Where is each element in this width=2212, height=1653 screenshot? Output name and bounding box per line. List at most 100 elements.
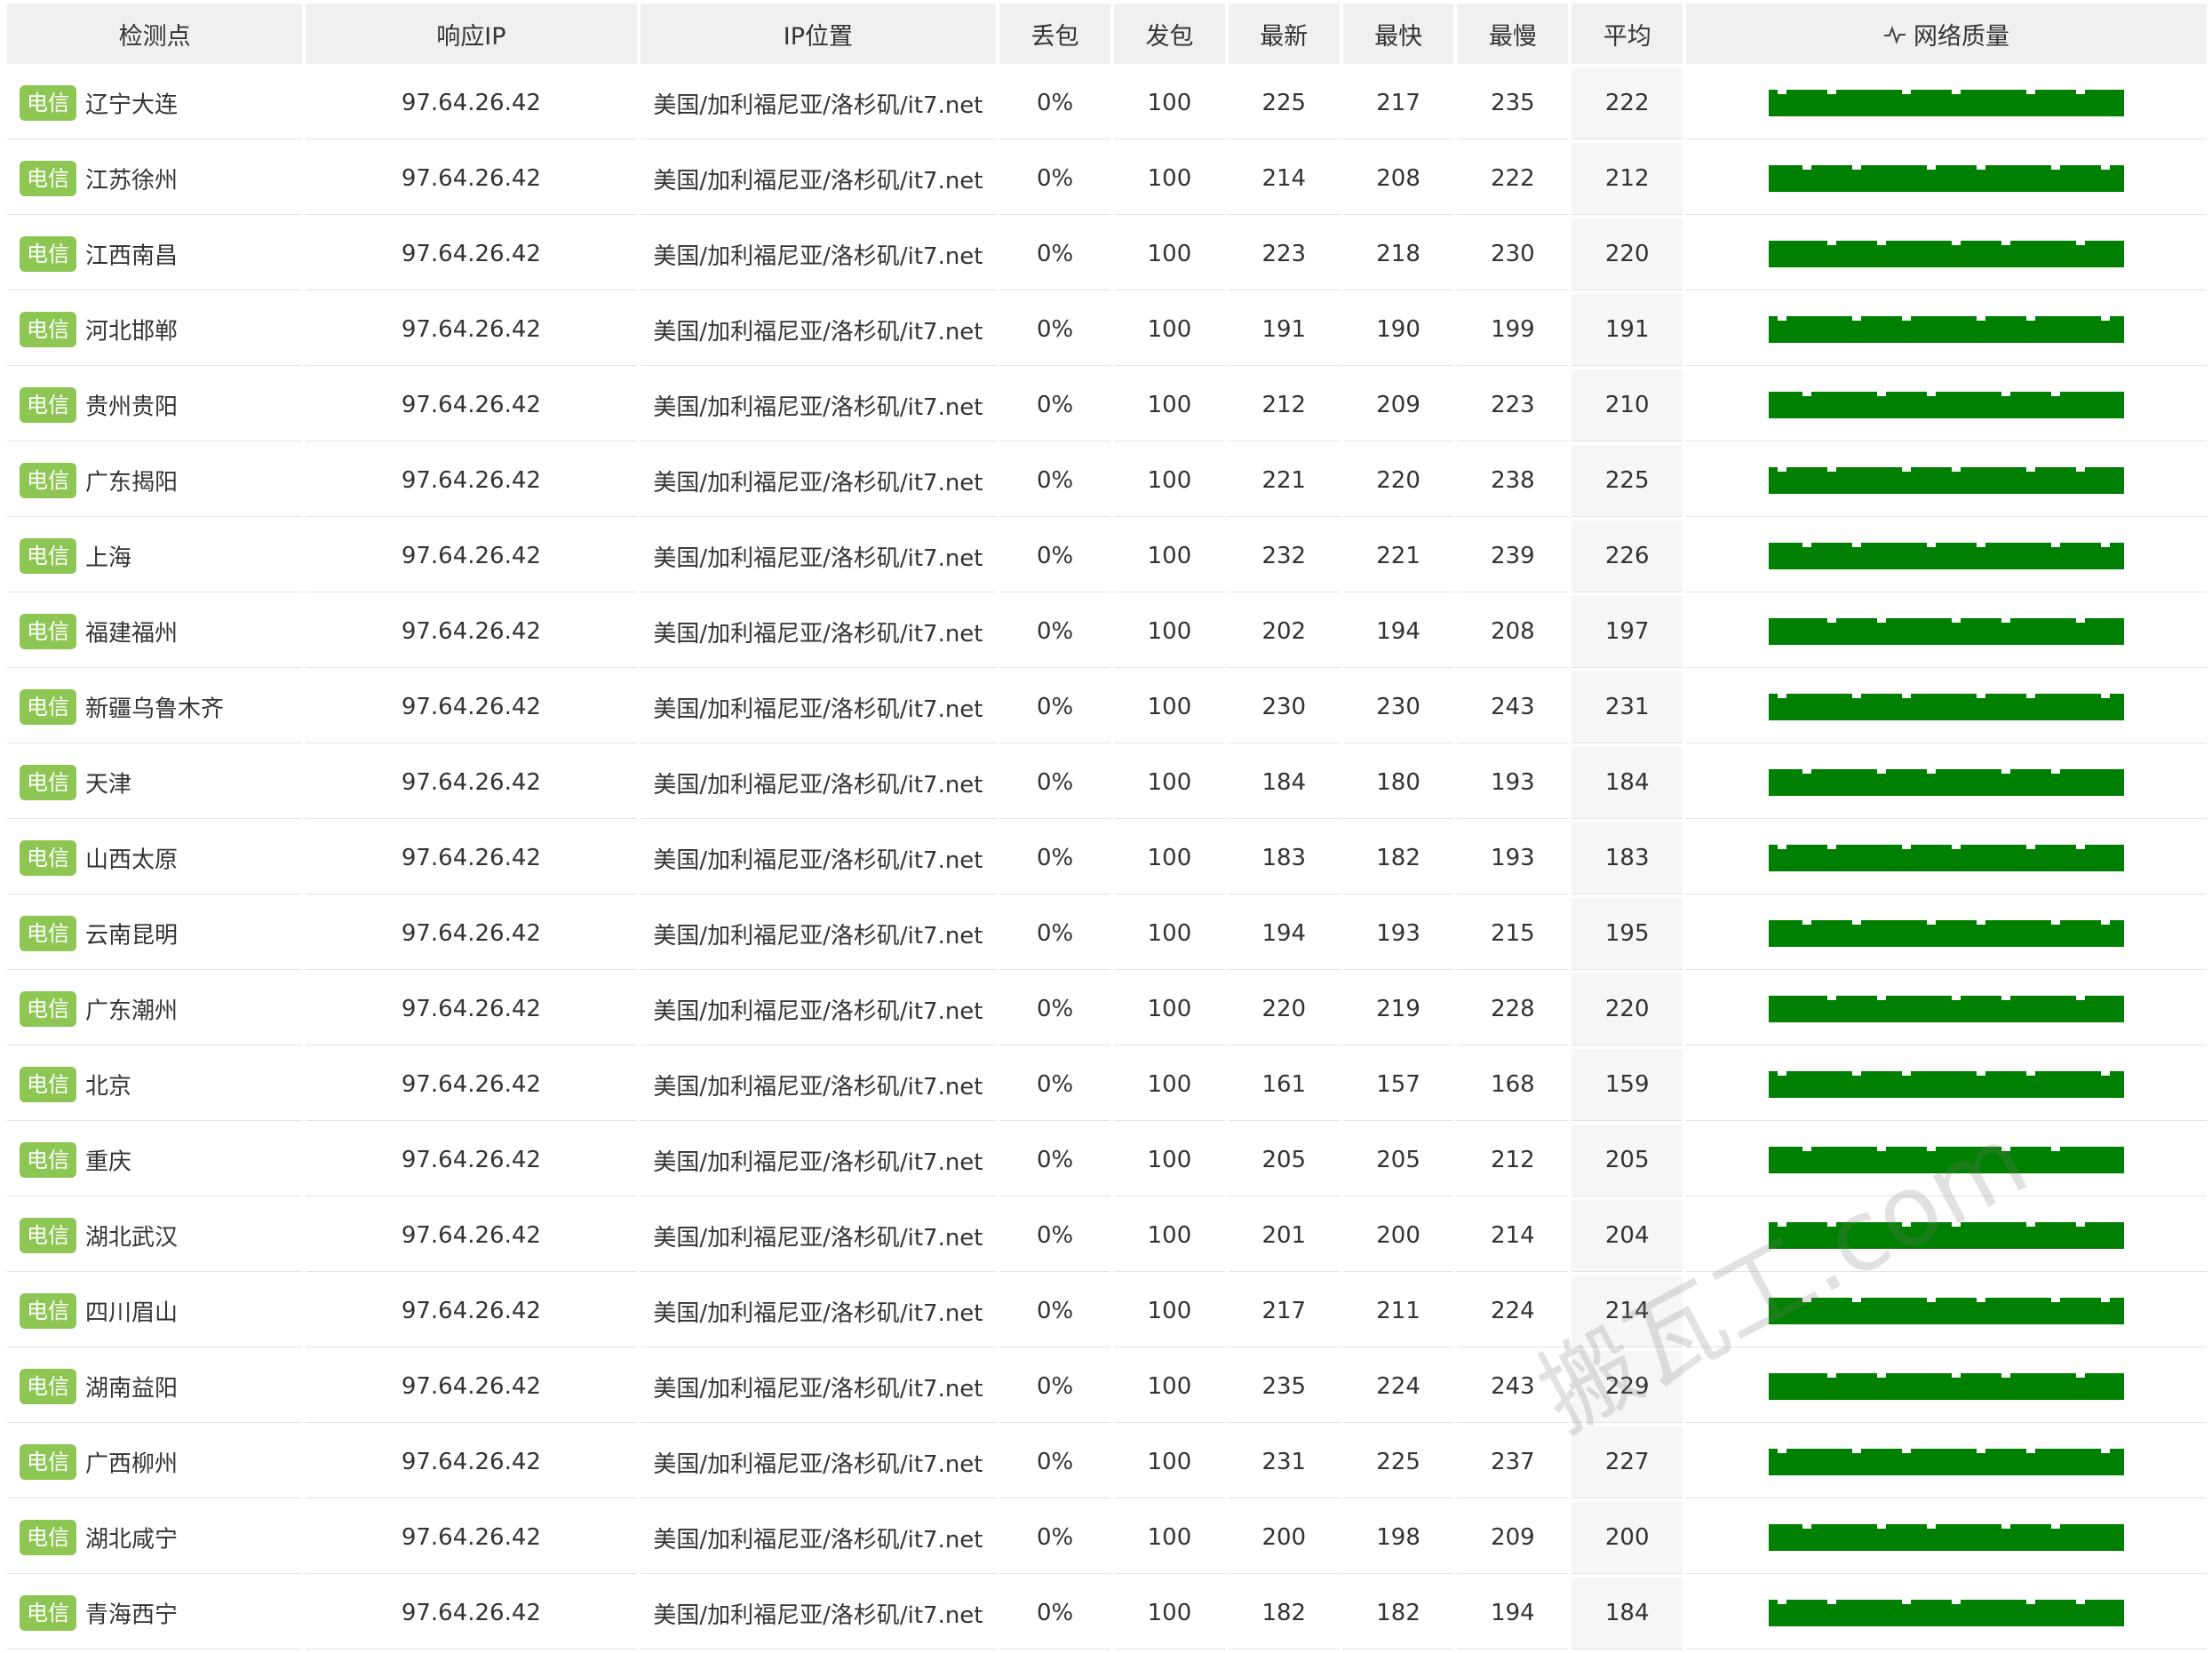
col-header-quality[interactable]: 网络质量: [1686, 4, 2207, 64]
col-header-fastest[interactable]: 最快: [1342, 4, 1454, 64]
quality-cell: [1686, 974, 2207, 1045]
ip-cell: 97.64.26.42: [306, 445, 637, 517]
table-row[interactable]: 电信 湖北咸宁 97.64.26.42 美国/加利福尼亚/洛杉矶/it7.net 0% 1…: [7, 1502, 2207, 1574]
col-header-latest[interactable]: 最新: [1228, 4, 1340, 64]
quality-jitter-mark: [2001, 769, 2011, 775]
loss-cell: 0%: [999, 143, 1111, 215]
isp-badge: 电信: [20, 1520, 76, 1555]
quality-jitter-mark: [1802, 769, 1812, 775]
table-row[interactable]: 电信 上海 97.64.26.42 美国/加利福尼亚/洛杉矶/it7.net 0% 100…: [7, 521, 2207, 592]
table-row[interactable]: 电信 北京 97.64.26.42 美国/加利福尼亚/洛杉矶/it7.net 0% 100…: [7, 1049, 2207, 1121]
ip-cell: 97.64.26.42: [306, 143, 637, 215]
table-row[interactable]: 电信 山西太原 97.64.26.42 美国/加利福尼亚/洛杉矶/it7.net 0% 1…: [7, 823, 2207, 894]
quality-jitter-mark: [1778, 1449, 1787, 1454]
table-row[interactable]: 电信 广东揭阳 97.64.26.42 美国/加利福尼亚/洛杉矶/it7.net 0% 1…: [7, 445, 2207, 517]
fastest-cell: 209: [1342, 370, 1454, 441]
quality-bar: [1769, 316, 2125, 344]
table-row[interactable]: 电信 贵州贵阳 97.64.26.42 美国/加利福尼亚/洛杉矶/it7.net 0% 1…: [7, 370, 2207, 441]
isp-badge: 电信: [20, 1444, 76, 1480]
quality-jitter-mark: [2026, 316, 2036, 322]
ip-location-cell: 美国/加利福尼亚/洛杉矶/it7.net: [640, 1200, 997, 1272]
quality-jitter-mark: [2076, 90, 2086, 95]
latest-cell: 232: [1228, 521, 1340, 592]
quality-jitter-mark: [1778, 1071, 1787, 1077]
quality-jitter-mark: [2101, 920, 2111, 926]
quality-jitter-mark: [1778, 1222, 1787, 1228]
average-cell: 191: [1571, 294, 1683, 366]
ip-cell: 97.64.26.42: [306, 1200, 637, 1272]
ip-cell: 97.64.26.42: [306, 898, 637, 970]
table-row[interactable]: 电信 广西柳州 97.64.26.42 美国/加利福尼亚/洛杉矶/it7.net 0% 1…: [7, 1427, 2207, 1498]
loss-cell: 0%: [999, 823, 1111, 894]
col-header-average[interactable]: 平均: [1571, 4, 1683, 64]
ip-cell: 97.64.26.42: [306, 1427, 637, 1498]
location-cell: 电信 湖南益阳: [7, 1351, 303, 1423]
col-header-ip-location[interactable]: IP位置: [640, 4, 997, 64]
ip-cell: 97.64.26.42: [306, 1502, 637, 1574]
isp-badge: 电信: [20, 1142, 76, 1178]
quality-jitter-mark: [1977, 543, 1986, 548]
location-cell: 电信 四川眉山: [7, 1276, 303, 1347]
col-header-sent[interactable]: 发包: [1114, 4, 1225, 64]
quality-cell: [1686, 219, 2207, 290]
quality-jitter-mark: [1977, 920, 1986, 926]
fastest-cell: 182: [1342, 823, 1454, 894]
quality-jitter-mark: [1802, 1147, 1812, 1152]
slowest-cell: 193: [1457, 823, 1569, 894]
quality-jitter-mark: [1927, 769, 1937, 775]
table-row[interactable]: 电信 辽宁大连 97.64.26.42 美国/加利福尼亚/洛杉矶/it7.net 0% 1…: [7, 68, 2207, 139]
col-header-location[interactable]: 检测点: [7, 4, 303, 64]
table-row[interactable]: 电信 湖南益阳 97.64.26.42 美国/加利福尼亚/洛杉矶/it7.net 0% 1…: [7, 1351, 2207, 1423]
latest-cell: 217: [1228, 1276, 1340, 1347]
slowest-cell: 194: [1457, 1578, 1569, 1649]
table-row[interactable]: 电信 江苏徐州 97.64.26.42 美国/加利福尼亚/洛杉矶/it7.net 0% 1…: [7, 143, 2207, 215]
location-cell: 电信 云南昆明: [7, 898, 303, 970]
location-cell: 电信 重庆: [7, 1125, 303, 1196]
quality-jitter-mark: [1952, 467, 1961, 473]
slowest-cell: 193: [1457, 747, 1569, 819]
table-row[interactable]: 电信 江西南昌 97.64.26.42 美国/加利福尼亚/洛杉矶/it7.net 0% 1…: [7, 219, 2207, 290]
table-row[interactable]: 电信 重庆 97.64.26.42 美国/加利福尼亚/洛杉矶/it7.net 0% 100…: [7, 1125, 2207, 1196]
isp-badge: 电信: [20, 991, 76, 1027]
table-row[interactable]: 电信 河北邯郸 97.64.26.42 美国/加利福尼亚/洛杉矶/it7.net 0% 1…: [7, 294, 2207, 366]
table-row[interactable]: 电信 湖北武汉 97.64.26.42 美国/加利福尼亚/洛杉矶/it7.net 0% 1…: [7, 1200, 2207, 1272]
location-name: 北京: [85, 1073, 132, 1101]
quality-jitter-mark: [1977, 1298, 1986, 1303]
table-row[interactable]: 电信 福建福州 97.64.26.42 美国/加利福尼亚/洛杉矶/it7.net 0% 1…: [7, 596, 2207, 668]
quality-jitter-mark: [1952, 996, 1961, 1001]
quality-jitter-mark: [1977, 1071, 1986, 1077]
table-row[interactable]: 电信 四川眉山 97.64.26.42 美国/加利福尼亚/洛杉矶/it7.net 0% 1…: [7, 1276, 2207, 1347]
latest-cell: 184: [1228, 747, 1340, 819]
location-name: 河北邯郸: [85, 318, 179, 346]
quality-jitter-mark: [1778, 694, 1787, 699]
average-cell: 197: [1571, 596, 1683, 668]
fastest-cell: 219: [1342, 974, 1454, 1045]
table-row[interactable]: 电信 云南昆明 97.64.26.42 美国/加利福尼亚/洛杉矶/it7.net 0% 1…: [7, 898, 2207, 970]
location-cell: 电信 江苏徐州: [7, 143, 303, 215]
quality-cell: [1686, 747, 2207, 819]
quality-jitter-mark: [2026, 467, 2036, 473]
quality-jitter-mark: [1952, 618, 1961, 624]
quality-cell: [1686, 521, 2207, 592]
fastest-cell: 208: [1342, 143, 1454, 215]
table-row[interactable]: 电信 青海西宁 97.64.26.42 美国/加利福尼亚/洛杉矶/it7.net 0% 1…: [7, 1578, 2207, 1649]
ip-cell: 97.64.26.42: [306, 1049, 637, 1121]
location-cell: 电信 新疆乌鲁木齐: [7, 672, 303, 743]
quality-cell: [1686, 294, 2207, 366]
location-name: 山西太原: [85, 846, 179, 874]
latest-cell: 231: [1228, 1427, 1340, 1498]
ip-cell: 97.64.26.42: [306, 596, 637, 668]
average-cell: 227: [1571, 1427, 1683, 1498]
average-cell: 195: [1571, 898, 1683, 970]
quality-jitter-mark: [1952, 1373, 1961, 1379]
table-row[interactable]: 电信 天津 97.64.26.42 美国/加利福尼亚/洛杉矶/it7.net 0% 100…: [7, 747, 2207, 819]
sent-cell: 100: [1114, 823, 1225, 894]
fastest-cell: 224: [1342, 1351, 1454, 1423]
col-header-loss[interactable]: 丢包: [999, 4, 1111, 64]
col-header-slowest[interactable]: 最慢: [1457, 4, 1569, 64]
ip-cell: 97.64.26.42: [306, 672, 637, 743]
table-row[interactable]: 电信 新疆乌鲁木齐 97.64.26.42 美国/加利福尼亚/洛杉矶/it7.net 0…: [7, 672, 2207, 743]
isp-badge: 电信: [20, 1067, 76, 1102]
table-row[interactable]: 电信 广东潮州 97.64.26.42 美国/加利福尼亚/洛杉矶/it7.net 0% 1…: [7, 974, 2207, 1045]
col-header-ip[interactable]: 响应IP: [306, 4, 637, 64]
